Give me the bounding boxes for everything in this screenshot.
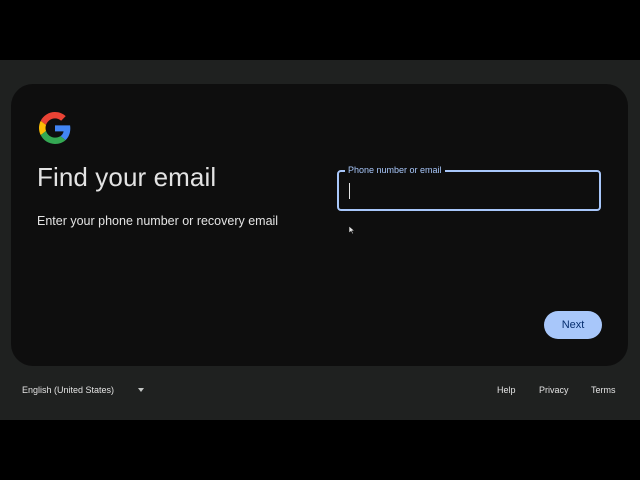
- sign-in-card: Find your email Enter your phone number …: [11, 84, 628, 366]
- google-g-icon: [39, 112, 71, 144]
- chevron-down-icon: [138, 388, 144, 392]
- letterbox-bottom: [0, 420, 640, 480]
- help-link[interactable]: Help: [497, 382, 516, 398]
- page-subtitle: Enter your phone number or recovery emai…: [37, 214, 279, 228]
- terms-link[interactable]: Terms: [591, 382, 616, 398]
- privacy-link[interactable]: Privacy: [539, 382, 569, 398]
- page-title: Find your email: [37, 162, 217, 192]
- language-select[interactable]: English (United States): [22, 382, 152, 398]
- phone-or-email-label: Phone number or email: [345, 163, 445, 177]
- language-label: English (United States): [22, 385, 115, 395]
- text-caret: [349, 183, 350, 199]
- footer: English (United States) Help Privacy Ter…: [0, 378, 640, 402]
- letterbox-top: [0, 0, 640, 60]
- page-background: Find your email Enter your phone number …: [0, 60, 640, 420]
- next-button[interactable]: Next: [544, 311, 602, 339]
- phone-or-email-field[interactable]: Phone number or email: [337, 163, 601, 211]
- mouse-pointer-icon: [348, 225, 356, 235]
- phone-or-email-input[interactable]: [347, 178, 587, 202]
